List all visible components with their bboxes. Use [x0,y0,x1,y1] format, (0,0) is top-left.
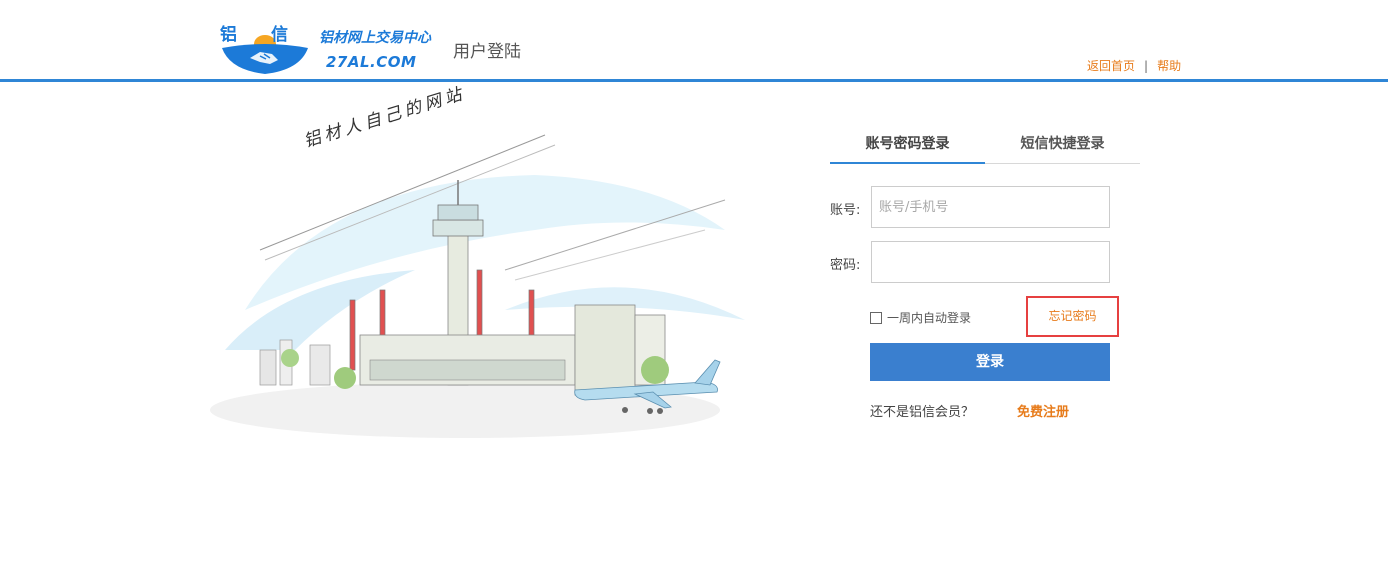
home-link[interactable]: 返回首页 [1087,59,1135,73]
help-link[interactable]: 帮助 [1157,59,1181,73]
account-label: 账号: [830,203,861,218]
header: 铝信 铝材网上交易中心 27AL.COM 用户登陆 返回首页 | 帮助 [0,0,1388,82]
logo-domain: 27AL.COM [326,53,417,71]
page-title: 用户登陆 [453,42,521,62]
remember-me[interactable]: 一周内自动登录 [870,309,971,326]
not-member-text: 还不是铝信会员？ [870,405,975,420]
tab-sms-login[interactable]: 短信快捷登录 [985,125,1140,164]
password-input[interactable] [871,241,1110,283]
link-separator: | [1144,59,1149,73]
register-link[interactable]: 免费注册 [1017,401,1069,420]
header-links: 返回首页 | 帮助 [1087,57,1181,74]
remember-label: 一周内自动登录 [887,311,972,325]
airport-illustration [210,134,745,438]
forgot-password-link[interactable]: 忘记密码 [1028,298,1117,335]
tab-password-login[interactable]: 账号密码登录 [830,125,985,164]
logo-cn-text: 铝信 [220,25,322,45]
account-input[interactable] [871,186,1110,228]
forgot-password-highlight: 忘记密码 [1026,296,1119,337]
login-page: 铝信 铝材网上交易中心 27AL.COM 用户登陆 返回首页 | 帮助 铝材人自… [0,0,1388,582]
password-label: 密码: [830,258,861,273]
header-divider [0,79,1388,82]
site-logo[interactable]: 铝信 铝材网上交易中心 27AL.COM [220,18,450,76]
logo-slogan: 铝材网上交易中心 [319,30,431,46]
remember-checkbox[interactable] [870,312,882,324]
login-button[interactable]: 登录 [870,343,1110,381]
login-tabs: 账号密码登录 短信快捷登录 [830,125,1140,164]
